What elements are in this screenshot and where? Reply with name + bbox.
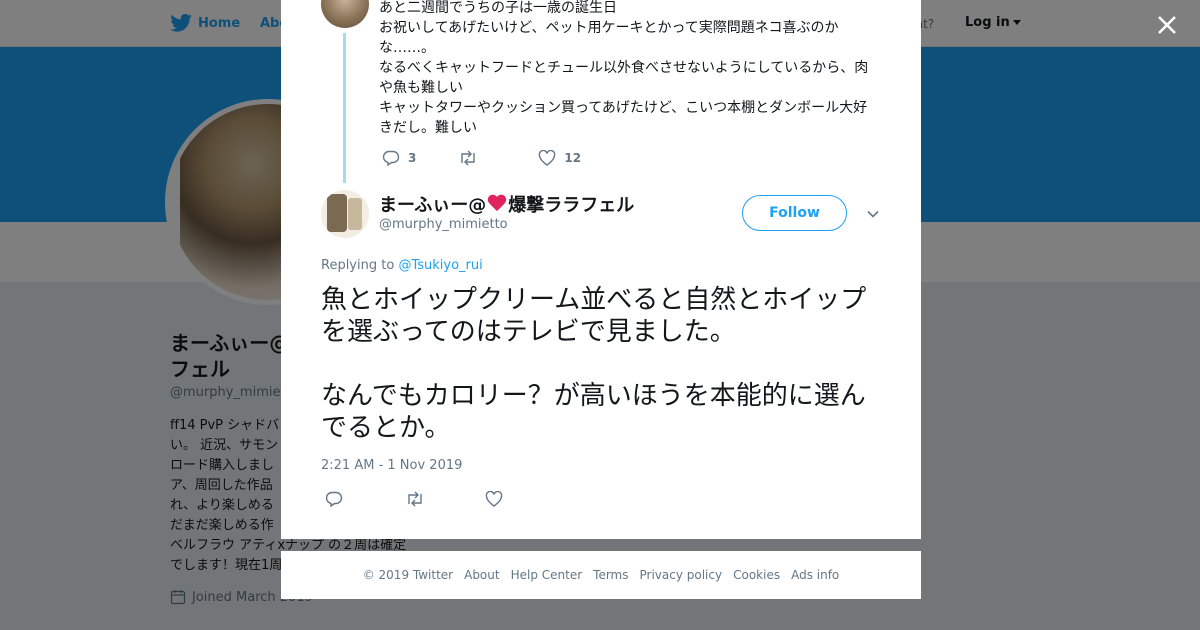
footer-copyright: © 2019 Twitter bbox=[362, 568, 454, 582]
retweet-button[interactable] bbox=[405, 491, 425, 507]
chevron-down-icon[interactable] bbox=[865, 206, 881, 222]
reply-button[interactable] bbox=[325, 491, 343, 507]
reply-icon bbox=[382, 150, 400, 166]
like-count: 12 bbox=[564, 151, 582, 165]
author-name[interactable]: まーふぃー@ 爆撃ララフェル bbox=[379, 191, 634, 217]
author-handle[interactable]: @murphy_mimietto bbox=[379, 217, 508, 232]
like-button[interactable] bbox=[485, 491, 503, 507]
previous-tweet-line: なるべくキャットフードとチュール以外食べさせないようにしているから、肉 bbox=[379, 60, 869, 76]
reply-count: 3 bbox=[408, 151, 417, 165]
footer-link-cookies[interactable]: Cookies bbox=[733, 568, 780, 582]
thread-connector-line bbox=[343, 33, 346, 183]
previous-tweet-line: な……。 bbox=[379, 40, 435, 56]
previous-tweet-avatar[interactable] bbox=[321, 0, 369, 28]
previous-tweet-line: あと二週間でうちの子は一歳の誕生日 bbox=[379, 0, 617, 16]
retweet-button[interactable] bbox=[458, 150, 486, 166]
author-name-pre: まーふぃー@ bbox=[379, 195, 487, 216]
tweet-text: 魚とホイップクリーム並べると自然とホイップを選ぶってのはテレビで見ました。 なん… bbox=[321, 284, 883, 476]
follow-button[interactable]: Follow bbox=[742, 195, 847, 231]
footer-link-help-center[interactable]: Help Center bbox=[511, 568, 583, 582]
replying-prefix: Replying to bbox=[321, 258, 399, 273]
retweet-icon bbox=[408, 491, 422, 507]
like-icon bbox=[485, 491, 503, 507]
avatar-artwork bbox=[348, 198, 362, 230]
avatar-artwork bbox=[327, 194, 347, 232]
previous-tweet-line: お祝いしてあげたいけど、ペット用ケーキとかって実際問題ネコ喜ぶのか bbox=[379, 20, 839, 36]
tweet-paragraph: 魚とホイップクリーム並べると自然とホイップを選ぶってのはテレビで見ました。 bbox=[321, 285, 867, 347]
replying-to: Replying to @Tsukiyo_rui bbox=[321, 258, 483, 273]
previous-tweet-line: キャットタワーやクッション買ってあげたけど、こいつ本棚とダンボール大好 bbox=[379, 100, 868, 116]
close-icon[interactable] bbox=[1154, 12, 1180, 38]
tweet-actions bbox=[325, 491, 531, 507]
retweet-icon bbox=[461, 150, 476, 166]
author-name-post: 爆撃ララフェル bbox=[508, 195, 635, 216]
like-button[interactable]: 12 bbox=[538, 150, 581, 166]
footer-link-ads-info[interactable]: Ads info bbox=[791, 568, 839, 582]
previous-tweet-line: や魚も難しい bbox=[379, 80, 463, 96]
previous-tweet-actions: 3 12 bbox=[382, 150, 609, 166]
previous-tweet-text: あと二週間でうちの子は一歳の誕生日 お祝いしてあげたいけど、ペット用ケーキとかっ… bbox=[379, 0, 873, 138]
footer-link-terms[interactable]: Terms bbox=[593, 568, 628, 582]
modal-footer: © 2019 Twitter About Help Center Terms P… bbox=[281, 551, 921, 599]
tweet-permalink-modal: あと二週間でうちの子は一歳の誕生日 お祝いしてあげたいけど、ペット用ケーキとかっ… bbox=[281, 0, 921, 539]
reply-button[interactable]: 3 bbox=[382, 150, 416, 166]
like-icon bbox=[539, 150, 556, 166]
tweet-paragraph: なんでもカロリー？が高いほうを本能的に選んでるとか。 bbox=[321, 381, 866, 443]
replying-to-link[interactable]: @Tsukiyo_rui bbox=[398, 258, 482, 273]
footer-link-about[interactable]: About bbox=[464, 568, 499, 582]
tweet-timestamp[interactable]: 2:21 AM - 1 Nov 2019 bbox=[321, 458, 462, 473]
footer-link-privacy[interactable]: Privacy policy bbox=[640, 568, 723, 582]
reply-icon bbox=[325, 491, 343, 507]
previous-tweet-line: きだし。難しい bbox=[379, 120, 477, 136]
author-avatar[interactable] bbox=[321, 190, 369, 238]
heart-emoji-icon bbox=[487, 195, 507, 213]
